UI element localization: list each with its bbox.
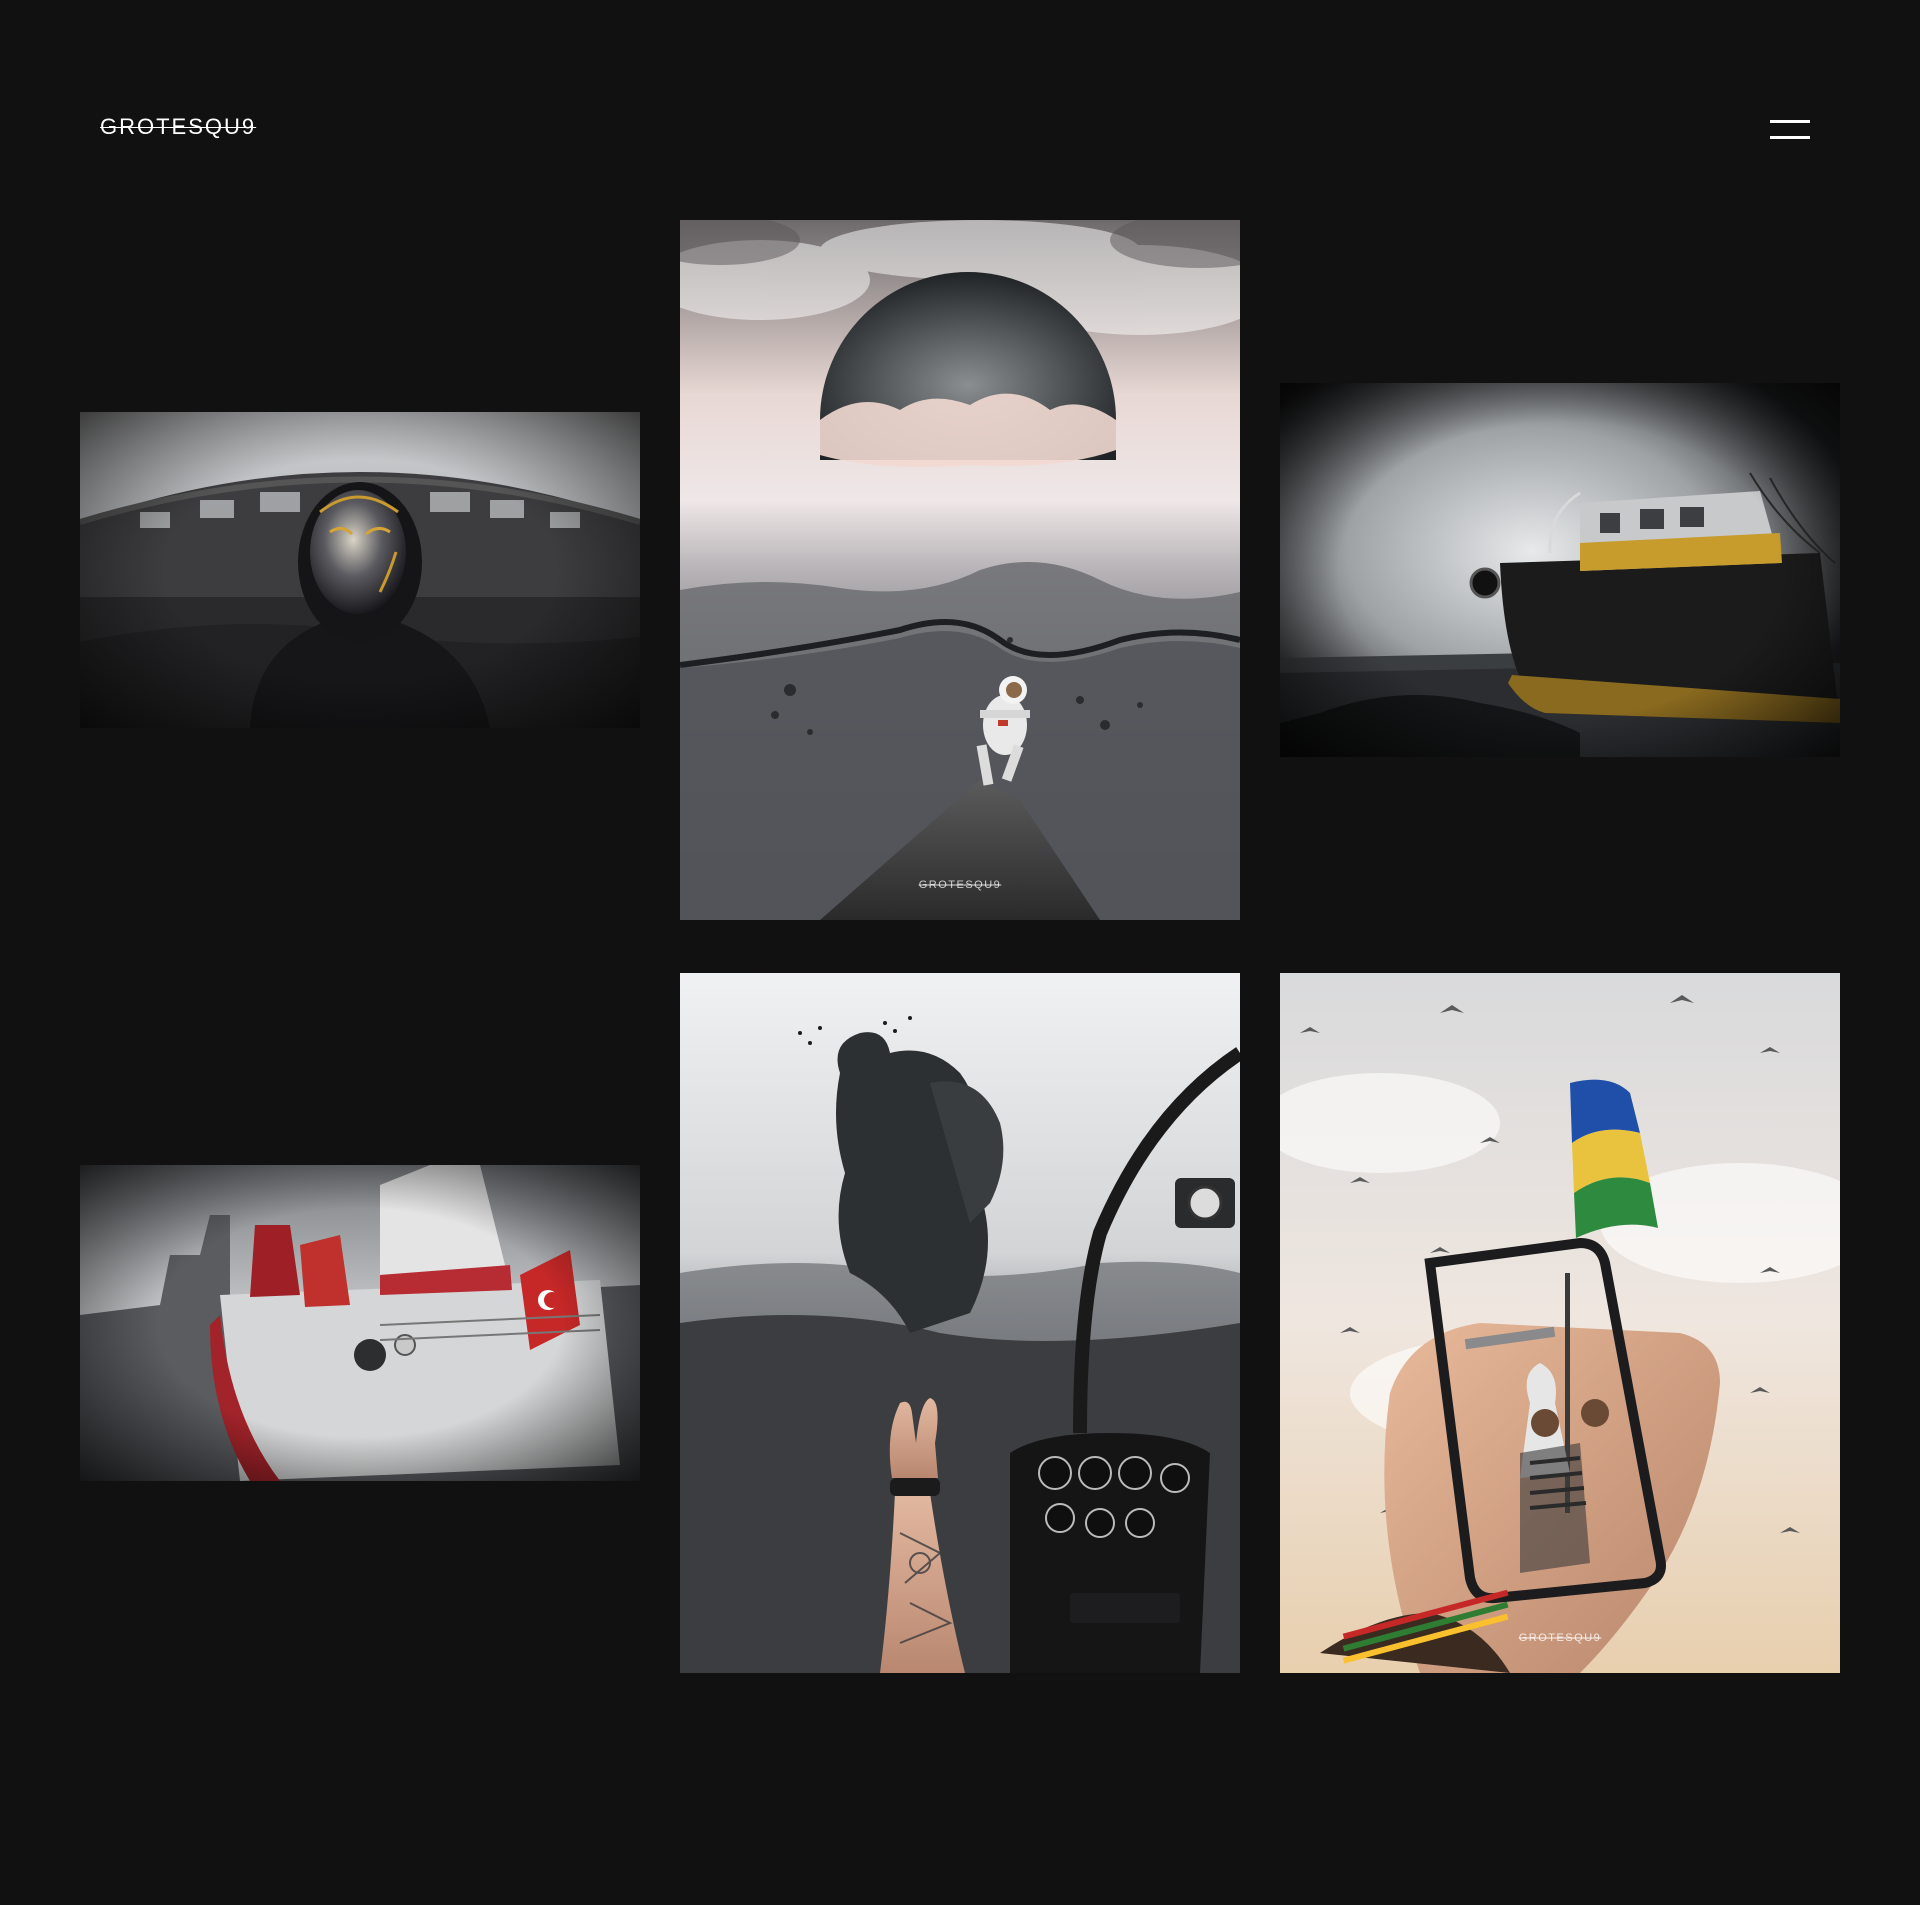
site-logo[interactable]: GROTESQU9 (100, 112, 256, 142)
gallery-item-phone-flag[interactable]: GROTESQU9 (1280, 973, 1840, 1673)
helicopter-giant-image (680, 973, 1240, 1673)
artwork-watermark: GROTESQU9 (919, 879, 1002, 891)
astronaut-artwork-image: GROTESQU9 (680, 220, 1240, 920)
masked-figure-image (80, 412, 640, 728)
menu-bar-top (1770, 120, 1810, 123)
gallery-item-astronaut-artwork[interactable]: GROTESQU9 (680, 220, 1240, 920)
phone-flag-image: GROTESQU9 (1280, 973, 1840, 1673)
gallery-item-abandoned-boat[interactable] (1280, 383, 1840, 757)
gallery-item-masked-figure[interactable] (80, 412, 640, 728)
menu-bar-bottom (1770, 136, 1810, 139)
gallery-item-red-white-ship[interactable] (80, 1165, 640, 1481)
hamburger-menu-button[interactable] (1766, 116, 1812, 146)
red-white-ship-image (80, 1165, 640, 1481)
logo-text: GROTESQU9 (100, 114, 257, 139)
artwork-watermark: GROTESQU9 (1519, 1632, 1602, 1644)
gallery-item-helicopter-giant[interactable] (680, 973, 1240, 1673)
portfolio-page: GROTESQU9 GROTESQU9 GROTESQU9 (0, 0, 1920, 1905)
abandoned-boat-image (1280, 383, 1840, 757)
